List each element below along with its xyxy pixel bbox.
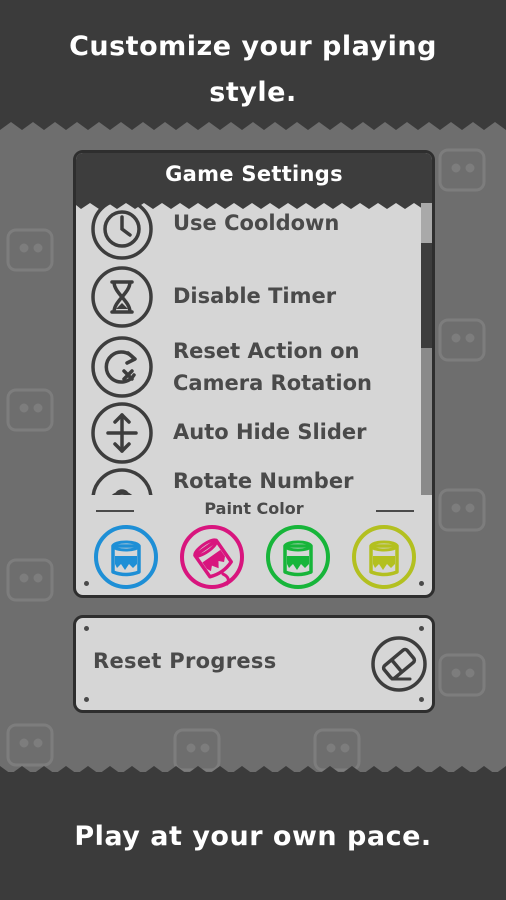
setting-disable-timer[interactable]: Disable Timer xyxy=(76,263,420,333)
setting-label: Disable Timer xyxy=(173,284,337,308)
eraser-icon[interactable] xyxy=(370,635,428,693)
panel-screw xyxy=(84,581,89,586)
setting-use-cooldown[interactable]: Use Cooldown xyxy=(76,203,420,265)
setting-label: Reset Action on Camera Rotation xyxy=(173,339,372,395)
setting-auto-hide-slider[interactable]: Auto Hide Slider xyxy=(76,399,420,469)
paint-color-label: Paint Color xyxy=(204,499,304,518)
setting-label: Rotate Number xyxy=(173,469,354,493)
reset-progress-label: Reset Progress xyxy=(93,649,277,673)
paint-swatch-green[interactable] xyxy=(265,524,331,590)
paint-swatch-magenta[interactable] xyxy=(179,524,245,590)
slider-arrows-icon xyxy=(91,402,153,464)
settings-scrollbar-thumb[interactable] xyxy=(421,203,432,243)
panel-screw xyxy=(84,697,89,702)
rotate-number-icon xyxy=(91,468,153,495)
settings-list[interactable]: Use Cooldown Disable Timer Reset Action … xyxy=(76,203,420,495)
game-settings-panel: Game Settings Use Cooldown Disable Timer xyxy=(73,150,435,598)
setting-label: Use Cooldown xyxy=(173,211,340,235)
paint-swatch-blue[interactable] xyxy=(93,524,159,590)
setting-rotate-number[interactable]: Rotate Number xyxy=(76,465,420,495)
reset-progress-panel[interactable]: Reset Progress xyxy=(73,615,435,713)
settings-scrollbar-lower xyxy=(421,348,432,495)
panel-title: Game Settings xyxy=(165,162,343,186)
clock-icon xyxy=(91,203,153,260)
promo-headline-top: Customize your playing style. xyxy=(69,31,437,108)
paint-swatch-yellow-green[interactable] xyxy=(351,524,417,590)
top-zigzag-edge xyxy=(0,120,506,130)
bottom-zigzag-edge xyxy=(0,766,506,776)
setting-label: Auto Hide Slider xyxy=(173,420,367,444)
hourglass-icon xyxy=(91,266,153,328)
divider-right xyxy=(376,510,414,512)
setting-reset-action-camera-rotation[interactable]: Reset Action on Camera Rotation xyxy=(76,331,420,401)
panel-screw xyxy=(419,626,424,631)
promo-headline-bottom: Play at your own pace. xyxy=(74,821,432,852)
panel-screw xyxy=(84,626,89,631)
panel-screw xyxy=(419,581,424,586)
panel-screw xyxy=(419,697,424,702)
rotate-reset-icon xyxy=(91,336,153,398)
